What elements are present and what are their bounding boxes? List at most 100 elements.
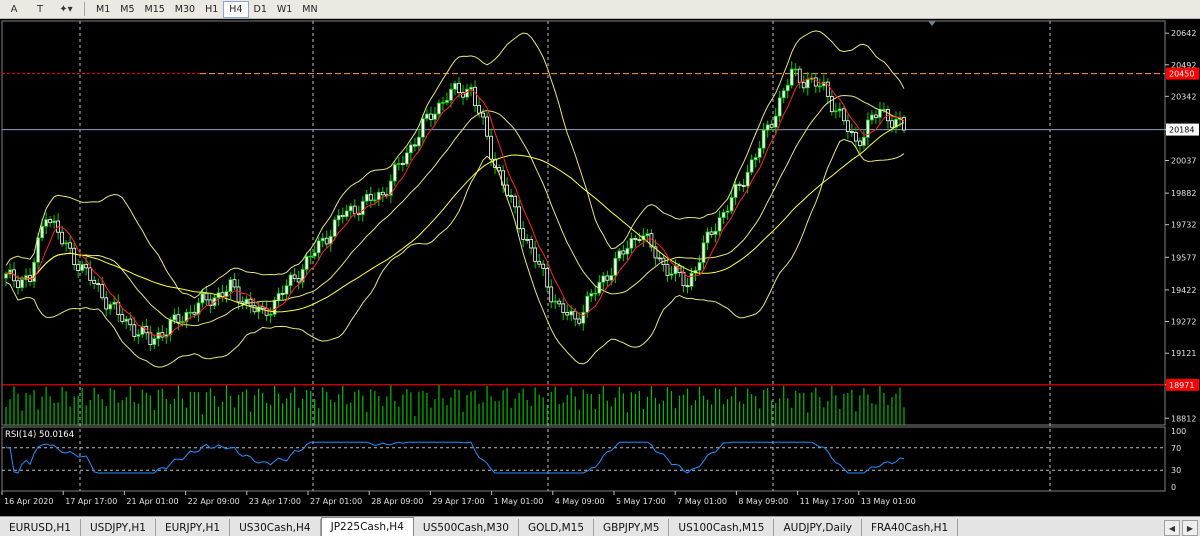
bull-candle [136, 334, 141, 337]
bear-candle [400, 163, 405, 165]
chart-canvas[interactable]: 2064220492203422018420037198821973219577… [0, 19, 1200, 516]
bull-candle [773, 115, 778, 128]
chart-tab-gold-m15[interactable]: GOLD,M15 [519, 519, 595, 536]
bull-candle [421, 118, 425, 138]
chart-tab-eurjpy-h1[interactable]: EURJPY,H1 [156, 519, 231, 536]
bull-candle [589, 293, 594, 297]
bull-candle [585, 295, 590, 313]
toolbar-separator [84, 2, 85, 16]
bull-candle [593, 292, 598, 295]
timeframe-m5-button[interactable]: M5 [115, 2, 139, 17]
bull-candle [348, 205, 353, 212]
bull-candle [617, 250, 622, 259]
bear-candle [413, 144, 417, 147]
bear-candle [84, 263, 89, 269]
chart-tab-fra40cash-h1[interactable]: FRA40Cash,H1 [862, 519, 959, 536]
bull-candle [569, 310, 574, 316]
bear-candle [874, 114, 878, 118]
timeframe-m1-button[interactable]: M1 [91, 2, 115, 17]
bull-candle [256, 306, 261, 313]
bear-candle [264, 307, 269, 316]
chart-tab-us100cash-m15[interactable]: US100Cash,M15 [669, 519, 775, 536]
bull-candle [725, 210, 730, 213]
scroll-left-icon[interactable]: ◀ [1164, 520, 1180, 536]
bull-candle [376, 191, 381, 201]
bull-candle [753, 157, 758, 161]
timeframe-h1-button[interactable]: H1 [200, 2, 223, 17]
chart-shift-marker [928, 21, 936, 26]
bear-candle [557, 300, 562, 305]
chart-tabs-bar: EURUSD,H1 USDJPY,H1 EURJPY,H1 US30Cash,H4 JP… [0, 516, 1200, 536]
bull-candle [312, 252, 317, 257]
chart-toolbar: A T ✦▾ M1 M5 M15 M30 H1 H4 D1 W1 MN [0, 0, 1200, 19]
date-tick-label: 4 May 09:00 [555, 497, 605, 506]
bull-candle [729, 197, 734, 212]
bear-candle [477, 105, 481, 114]
chart-tab-gbpjpy-m5[interactable]: GBPJPY,M5 [594, 519, 670, 536]
bear-candle [633, 237, 638, 241]
bull-candle [112, 301, 117, 305]
bear-candle [240, 301, 245, 304]
bull-candle [761, 129, 766, 149]
bear-candle [489, 135, 493, 160]
chart-tab-us30cash-h4[interactable]: US30Cash,H4 [230, 519, 321, 536]
timeframe-h4-button[interactable]: H4 [223, 0, 249, 18]
bear-candle [801, 81, 806, 89]
bear-candle [577, 318, 582, 324]
bear-candle [573, 310, 578, 320]
text-label-tool-icon[interactable]: T [28, 1, 52, 17]
bull-candle [437, 102, 441, 115]
chart-tab-eurusd-h1[interactable]: EURUSD,H1 [0, 519, 81, 536]
bull-candle [453, 82, 457, 90]
bear-candle [280, 292, 285, 295]
chart-tab-jp225cash-h4[interactable]: JP225Cash,H4 [320, 517, 414, 536]
price-tick-label: 18812 [1171, 414, 1196, 423]
arrows-tool-icon[interactable]: ✦▾ [54, 1, 78, 17]
price-chart[interactable]: 2064220492203422018420037198821973219577… [0, 19, 1200, 516]
bull-candle [793, 68, 798, 71]
bull-candle [837, 108, 842, 112]
bull-candle [697, 262, 702, 271]
date-tick-label: 29 Apr 17:00 [432, 497, 484, 506]
date-tick-label: 13 May 01:00 [861, 497, 916, 506]
bull-candle [445, 99, 449, 103]
bear-candle [236, 286, 241, 303]
timeframe-w1-button[interactable]: W1 [272, 2, 297, 17]
bear-candle [545, 268, 550, 288]
bull-candle [44, 219, 48, 227]
timeframe-m30-button[interactable]: M30 [170, 2, 200, 17]
date-tick-label: 5 May 17:00 [616, 497, 666, 506]
text-tool-icon[interactable]: A [2, 1, 26, 17]
chart-tab-audjpy-daily[interactable]: AUDJPY,Daily [774, 519, 862, 536]
bull-candle [601, 275, 606, 283]
bull-candle [629, 237, 634, 249]
timeframe-m15-button[interactable]: M15 [140, 2, 170, 17]
bull-candle [108, 304, 113, 310]
date-tick-label: 27 Apr 01:00 [310, 497, 362, 506]
bear-candle [517, 206, 522, 230]
scroll-right-icon[interactable]: ▶ [1182, 520, 1198, 536]
bear-candle [769, 124, 774, 128]
timeframe-mn-button[interactable]: MN [297, 2, 322, 17]
bull-candle [316, 240, 321, 254]
chart-tab-us500cash-m30[interactable]: US500Cash,M30 [414, 519, 519, 536]
date-tick-label: 7 May 01:00 [677, 497, 727, 506]
bull-candle [785, 84, 790, 92]
bear-candle [356, 212, 361, 216]
bear-candle [890, 120, 894, 128]
date-tick-label: 17 Apr 17:00 [65, 497, 117, 506]
date-tick-label: 1 May 01:00 [494, 497, 544, 506]
bull-candle [156, 332, 161, 340]
chart-tab-usdjpy-h1[interactable]: USDJPY,H1 [81, 519, 156, 536]
bull-candle [609, 275, 614, 281]
bear-candle [529, 239, 534, 249]
bull-candle [224, 291, 229, 297]
bear-candle [296, 278, 301, 283]
timeframe-d1-button[interactable]: D1 [249, 2, 272, 17]
bull-candle [20, 279, 24, 289]
bear-candle [120, 314, 125, 322]
date-tick-label: 16 Apr 2020 [4, 497, 53, 506]
bull-candle [553, 300, 558, 303]
bull-candle [168, 319, 173, 336]
bull-candle [469, 86, 473, 90]
